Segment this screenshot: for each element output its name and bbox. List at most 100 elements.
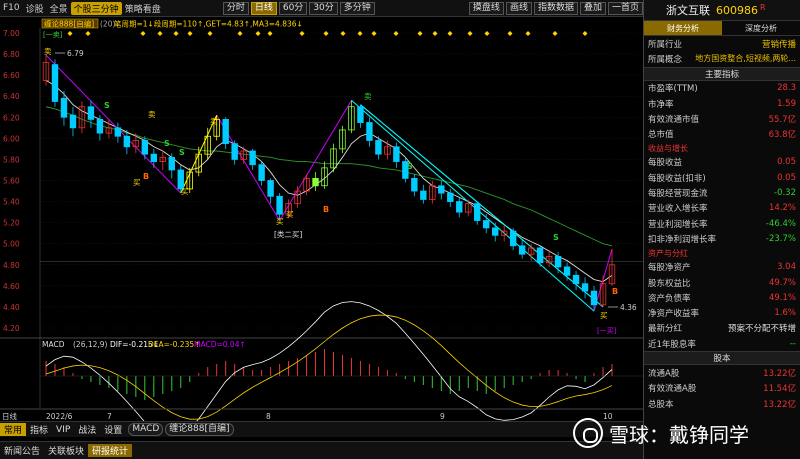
growth-value: -23.7% [765, 233, 796, 244]
tab-deep[interactable]: 深度分析 [722, 21, 800, 35]
industry-value[interactable]: 营销传播 [762, 38, 796, 50]
asset-row: 股东权益比 49.7% [644, 275, 800, 290]
price-tick: 7.00 [3, 29, 20, 38]
asset-value: 49.7% [768, 277, 796, 288]
candle-body [518, 245, 526, 255]
diagnose-tab[interactable]: 诊股 [23, 2, 47, 15]
candle-body [60, 97, 68, 118]
buy-mark-3: 买 [276, 217, 284, 226]
one-sell-label-a: [一卖] [43, 31, 63, 39]
candle-body [168, 156, 175, 171]
macd-label[interactable]: MACD [42, 340, 65, 349]
period-label: 日线 [2, 411, 17, 421]
index-data-button[interactable]: 指数数据 [533, 1, 578, 15]
candle-body [563, 266, 571, 276]
candle-body [438, 185, 445, 194]
two-buy-label: [类二买] [274, 229, 302, 239]
snowball-logo-icon [573, 418, 603, 448]
indicator-values: 笔周期=1↓段周期=110↑,GET=4.83↑,MA3=4.836↓ [114, 19, 303, 29]
capital-row: 总股本 13.22亿 [644, 396, 800, 411]
indicator-name[interactable]: 缠论888[自编] [44, 19, 94, 29]
growth-label: 每股收益(扣非) [648, 173, 706, 184]
candle-body [141, 140, 149, 155]
growth-label: 每股经营现金流 [648, 189, 708, 200]
capital-value: 11.54亿 [763, 384, 796, 395]
vip-tab[interactable]: VIP [52, 425, 74, 435]
30min-button[interactable]: 30分 [309, 1, 338, 15]
chan-indicator-tab[interactable]: 缠论888[自编] [165, 423, 234, 436]
buy-mark-4: 买 [286, 210, 294, 219]
candle-body [231, 143, 238, 160]
s-mark-2: S [164, 139, 170, 148]
kline-chart[interactable]: 缠论888[自编] (20) 笔周期=1↓段周期=110↑,GET=4.83↑,… [0, 18, 643, 421]
candle-body [411, 177, 418, 192]
growth-label: 营业收入增长率 [648, 204, 708, 215]
60min-button[interactable]: 60分 [278, 1, 308, 15]
tactic-tab[interactable]: 战法 [74, 423, 100, 436]
growth-row: 每股经营现金流 -0.32 [644, 185, 800, 200]
sector-tab[interactable]: 关联板块 [44, 444, 88, 457]
news-tab[interactable]: 新闻公告 [0, 444, 44, 457]
price-tick: 6.60 [3, 71, 20, 80]
price-tick: 4.60 [3, 282, 20, 291]
low-price-label: 4.36 [620, 303, 637, 312]
price-tick: 5.80 [3, 155, 20, 164]
three-minute-tab[interactable]: 个股三分钟 [70, 1, 122, 15]
dividend-label: 近1年股息率 [648, 339, 696, 350]
date-tick-sep: 9 [440, 412, 445, 421]
candle-body [51, 64, 59, 102]
main-label: 有效流通市值 [648, 114, 700, 125]
macd-params: (26,12,9) [73, 340, 108, 349]
candle-body [483, 220, 490, 229]
daily-button[interactable]: 日线 [250, 1, 277, 15]
concept-value[interactable]: 地方国资整合,短视频,两轮... [695, 53, 796, 64]
candle-body [123, 135, 131, 148]
price-tick: 6.20 [3, 113, 20, 122]
industry-row: 所属行业 营销传播 [644, 36, 800, 51]
macd-tab[interactable]: MACD [128, 423, 164, 436]
price-tick: 6.00 [3, 134, 20, 143]
timeshare-button[interactable]: 分时 [222, 1, 249, 15]
price-tick: 5.20 [3, 219, 20, 228]
indicator-tab[interactable]: 指标 [26, 423, 52, 436]
candle-body [96, 118, 104, 134]
tab-finance[interactable]: 财务分析 [644, 21, 722, 35]
candle-body [69, 114, 77, 129]
f10-tab[interactable]: F10 [0, 3, 23, 13]
price-tick: 6.40 [3, 92, 20, 101]
draw-line-button[interactable]: 画线 [505, 1, 532, 15]
capital-row: 流通A股 13.22亿 [644, 365, 800, 380]
candle-body [150, 153, 158, 162]
growth-value: 0.05 [777, 157, 796, 168]
home-button[interactable]: 一首页 [607, 1, 643, 15]
candle-body [366, 122, 373, 141]
asset-section: 资产与分红 [648, 248, 688, 258]
sell-mark-4: 卖 [364, 92, 372, 101]
growth-label: 扣非净利润增长率 [648, 234, 717, 245]
capital-value: 13.22亿 [763, 368, 796, 379]
touch-line-button[interactable]: 摸盘线 [468, 1, 504, 15]
candle-body [312, 177, 319, 187]
watermark-text: 雪球：戴铮同学 [609, 422, 749, 447]
candle-body [114, 127, 122, 137]
capital-row: 有效流通A股 11.54亿 [644, 381, 800, 396]
panorama-tab[interactable]: 全景 [47, 2, 71, 15]
settings-tab[interactable]: 设置 [100, 423, 126, 436]
asset-row: 每股净资产 3.04 [644, 260, 800, 275]
top-toolbar: F10 诊股 全景 个股三分钟 策略看盘 分时 日线 60分 30分 多分钟 摸… [0, 0, 643, 17]
one-buy-label: [一买] [597, 327, 617, 335]
strategy-tab[interactable]: 策略看盘 [122, 2, 164, 15]
status-bar: 新闻公告 关联板块 研报统计 [0, 441, 643, 459]
s-mark-3: S [179, 148, 185, 157]
asset-label: 资产负债率 [648, 293, 691, 304]
research-tab[interactable]: 研报统计 [88, 444, 133, 457]
candle-body [222, 118, 229, 145]
multi-minute-button[interactable]: 多分钟 [339, 1, 375, 15]
main-label: 市盈率(TTM) [648, 84, 698, 95]
main-value: 63.8亿 [768, 130, 796, 141]
overlay-button[interactable]: 叠加 [579, 1, 606, 15]
price-tick: 5.60 [3, 177, 20, 186]
s-mark-1: S [104, 101, 110, 110]
common-tab[interactable]: 常用 [0, 423, 27, 436]
candle-body [554, 255, 562, 268]
